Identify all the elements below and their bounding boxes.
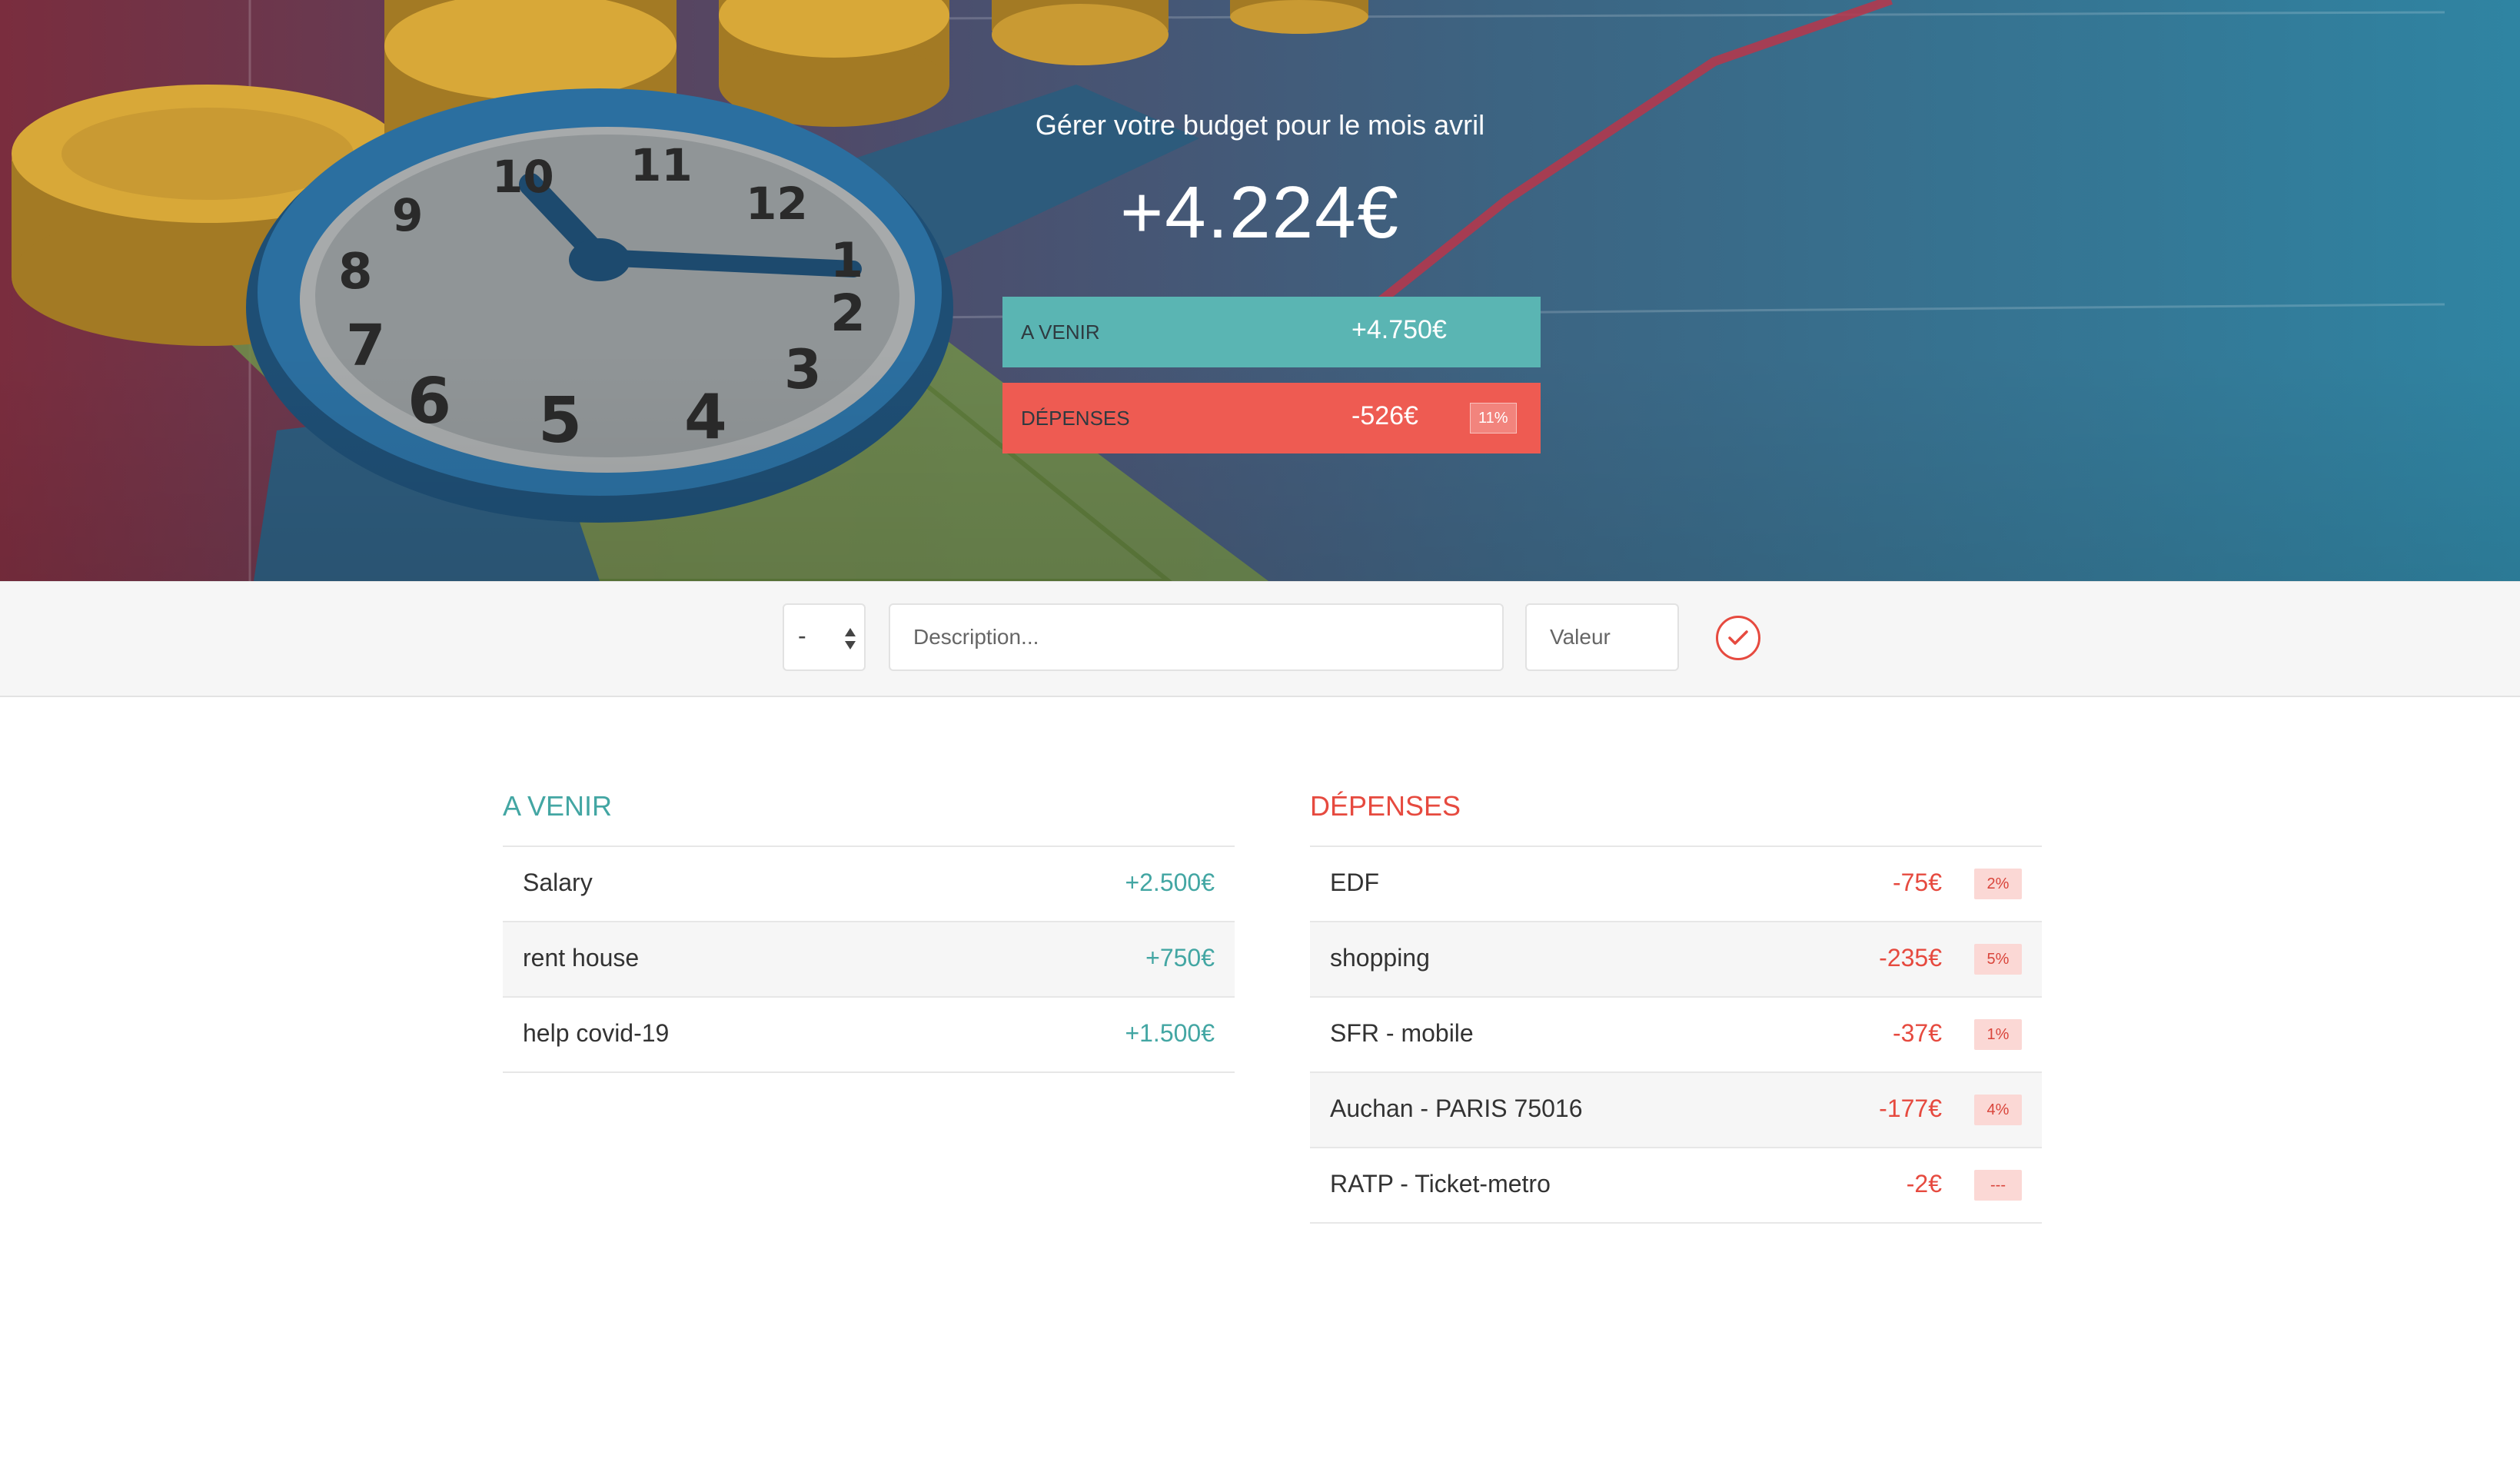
table-row[interactable]: rent house +750€ — [503, 922, 1235, 998]
percent-badge: --- — [1974, 1170, 2022, 1201]
hero-overlay — [0, 0, 2520, 581]
row-description: SFR - mobile — [1330, 1019, 1474, 1047]
description-input[interactable] — [889, 603, 1504, 671]
check-circle-icon — [1728, 630, 1748, 645]
expense-summary-bar: DÉPENSES -526€ 11% — [1002, 383, 1541, 453]
row-description: rent house — [523, 944, 640, 972]
percent-badge: 4% — [1974, 1095, 2022, 1125]
row-description: help covid-19 — [523, 1019, 670, 1047]
income-column: A VENIR Salary +2.500€ rent house +750€ … — [503, 776, 1235, 1073]
add-entry-form: - — [0, 581, 2520, 697]
row-value: -75€ — [1892, 869, 1942, 896]
expense-percent-badge: 11% — [1470, 403, 1517, 434]
percent-badge: 5% — [1974, 944, 2022, 975]
expense-summary-value: -526€ — [1351, 401, 1418, 430]
row-description: shopping — [1330, 944, 1430, 972]
income-summary-value: +4.750€ — [1351, 315, 1447, 344]
expense-title: DÉPENSES — [1310, 776, 2042, 847]
table-row[interactable]: Salary +2.500€ — [503, 847, 1235, 922]
table-row[interactable]: Auchan - PARIS 75016 -177€ 4% — [1310, 1073, 2042, 1148]
row-value: +1.500€ — [1125, 1019, 1215, 1047]
row-value: +2.500€ — [1125, 869, 1215, 896]
expense-column: DÉPENSES EDF -75€ 2% shopping -235€ 5% S… — [1310, 776, 2042, 1224]
row-value: -37€ — [1892, 1019, 1942, 1047]
row-value: -177€ — [1879, 1095, 1942, 1122]
row-value: -2€ — [1906, 1170, 1942, 1198]
table-row[interactable]: SFR - mobile -37€ 1% — [1310, 998, 2042, 1073]
table-row[interactable]: help covid-19 +1.500€ — [503, 998, 1235, 1073]
income-title: A VENIR — [503, 776, 1235, 847]
value-input[interactable] — [1525, 603, 1679, 671]
row-value: +750€ — [1145, 944, 1215, 972]
table-row[interactable]: EDF -75€ 2% — [1310, 847, 2042, 922]
type-select-value: - — [798, 622, 806, 649]
row-description: Salary — [523, 869, 593, 896]
row-value: -235€ — [1879, 944, 1942, 972]
table-row[interactable]: RATP - Ticket-metro -2€ --- — [1310, 1148, 2042, 1224]
hero-banner: 10 11 12 1 2 3 4 5 6 7 8 9 Gérer votre b… — [0, 0, 2520, 581]
page-title: Gérer votre budget pour le mois avril — [1035, 109, 1485, 141]
select-arrows-icon — [845, 628, 856, 649]
income-summary-bar: A VENIR +4.750€ — [1002, 297, 1541, 367]
row-description: Auchan - PARIS 75016 — [1330, 1095, 1583, 1122]
type-select[interactable]: - — [783, 603, 866, 671]
submit-button[interactable] — [1716, 616, 1760, 660]
percent-badge: 2% — [1974, 869, 2022, 899]
table-row[interactable]: shopping -235€ 5% — [1310, 922, 2042, 998]
percent-badge: 1% — [1974, 1019, 2022, 1050]
row-description: RATP - Ticket-metro — [1330, 1170, 1551, 1198]
budget-total: +4.224€ — [1120, 171, 1400, 254]
row-description: EDF — [1330, 869, 1379, 896]
